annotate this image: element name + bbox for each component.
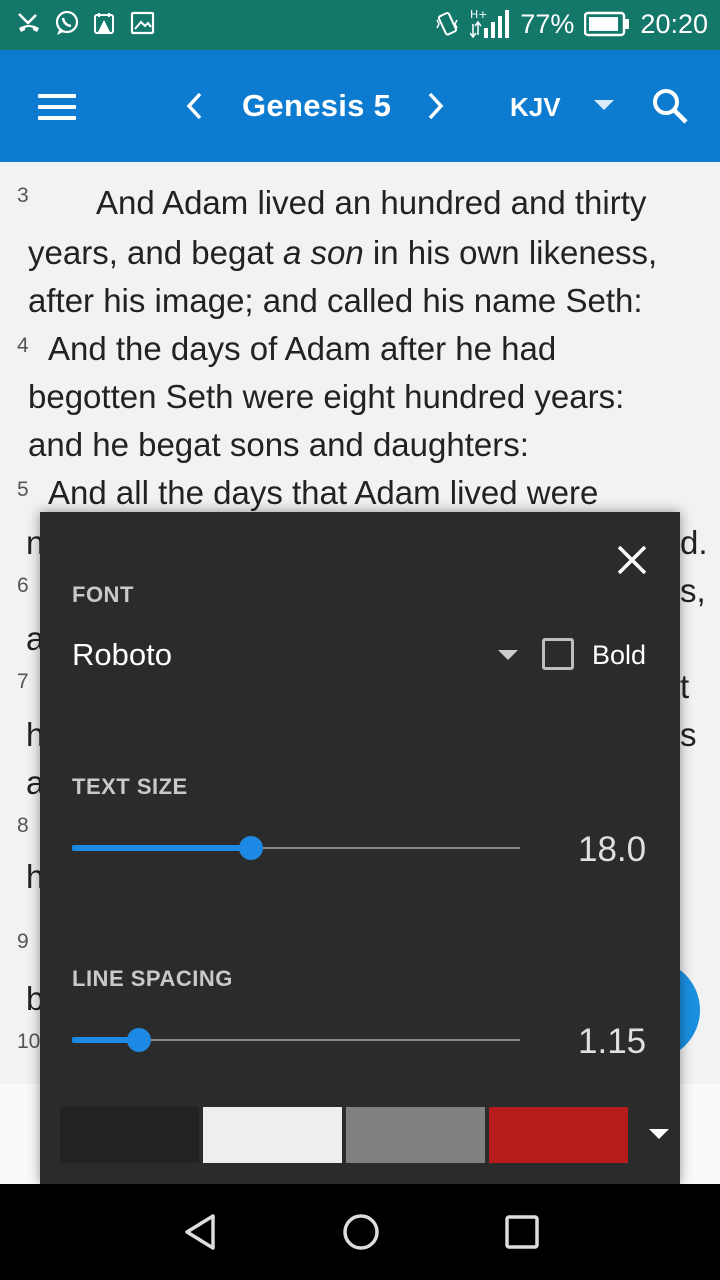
recents-icon[interactable]	[502, 1212, 542, 1252]
gallery-icon	[130, 11, 155, 35]
notification-icons	[16, 10, 156, 36]
bold-label[interactable]: Bold	[592, 640, 646, 671]
app-bar: Genesis 5 KJV	[0, 50, 720, 162]
text-size-slider[interactable]	[72, 833, 520, 863]
navigation-bar	[0, 1184, 720, 1280]
verse-number: 6	[17, 574, 29, 597]
status-bar: H+ 77% 20:20	[0, 0, 720, 50]
color-swatch-1[interactable]	[60, 1107, 199, 1163]
chevron-down-icon	[498, 650, 518, 660]
font-label: FONT	[72, 582, 134, 607]
verse-number: 7	[17, 670, 29, 693]
chapter-title[interactable]: Genesis 5	[242, 88, 391, 124]
text-size-label: TEXT SIZE	[72, 774, 188, 799]
verse-line: And Adam lived an hundred and thirty	[96, 184, 647, 221]
font-dropdown[interactable]: Roboto	[72, 637, 520, 687]
font-value: Roboto	[72, 637, 172, 672]
version-selector[interactable]: KJV	[510, 92, 561, 123]
next-chapter-icon[interactable]	[420, 86, 450, 126]
svg-text:H+: H+	[470, 8, 488, 21]
menu-icon[interactable]	[38, 94, 76, 120]
verse-number: 4	[17, 334, 29, 357]
line-spacing-label: LINE SPACING	[72, 966, 233, 991]
text-size-value: 18.0	[578, 830, 647, 869]
text-fragment: t	[680, 668, 690, 705]
line-spacing-value: 1.15	[578, 1022, 647, 1061]
color-swatch-3[interactable]	[346, 1107, 485, 1163]
verse-line: and he begat sons and daughters:	[28, 426, 529, 463]
verse-number: 3	[17, 184, 29, 207]
slider-fill	[72, 845, 251, 851]
verse-number: 8	[17, 814, 29, 837]
close-icon[interactable]	[614, 542, 650, 578]
system-status: H+ 77% 20:20	[434, 8, 708, 40]
verse-line: after his image; and called his name Set…	[28, 282, 643, 319]
missed-call-icon	[18, 13, 39, 32]
color-swatch-4[interactable]	[489, 1107, 628, 1163]
color-swatch-2[interactable]	[203, 1107, 342, 1163]
home-icon[interactable]	[341, 1212, 381, 1252]
text-fragment: s	[680, 716, 697, 753]
line-spacing-slider[interactable]	[72, 1025, 520, 1055]
color-theme-swatches	[60, 1107, 628, 1165]
verse-number: 10	[17, 1030, 41, 1053]
verse-line: years, and begat a son in his own likene…	[28, 234, 658, 271]
verse-line: And all the days that Adam lived were	[48, 474, 599, 511]
previous-chapter-icon[interactable]	[180, 86, 210, 126]
verse-line: begotten Seth were eight hundred years:	[28, 378, 625, 415]
slider-thumb[interactable]	[127, 1028, 151, 1052]
text-fragment: s,	[680, 572, 706, 609]
search-icon[interactable]	[650, 86, 690, 126]
verse-number: 9	[17, 930, 29, 953]
clock: 20:20	[640, 8, 708, 39]
battery-icon	[584, 11, 630, 37]
chevron-down-icon[interactable]	[594, 100, 614, 110]
battery-percent: 77%	[520, 8, 575, 39]
bold-checkbox[interactable]	[542, 638, 574, 670]
file-warning-icon	[94, 13, 114, 34]
verse-number: 5	[17, 478, 29, 501]
chevron-down-icon[interactable]	[649, 1129, 669, 1139]
verse-line: And the days of Adam after he had	[48, 330, 557, 367]
signal-icon: H+	[470, 8, 510, 39]
vibrate-icon	[436, 12, 459, 36]
text-settings-panel: FONT Roboto Bold TEXT SIZE 18.0 LINE SPA…	[40, 512, 680, 1184]
back-icon[interactable]	[181, 1212, 221, 1252]
whatsapp-icon	[55, 10, 79, 35]
slider-thumb[interactable]	[239, 836, 263, 860]
text-fragment: d.	[680, 524, 708, 561]
